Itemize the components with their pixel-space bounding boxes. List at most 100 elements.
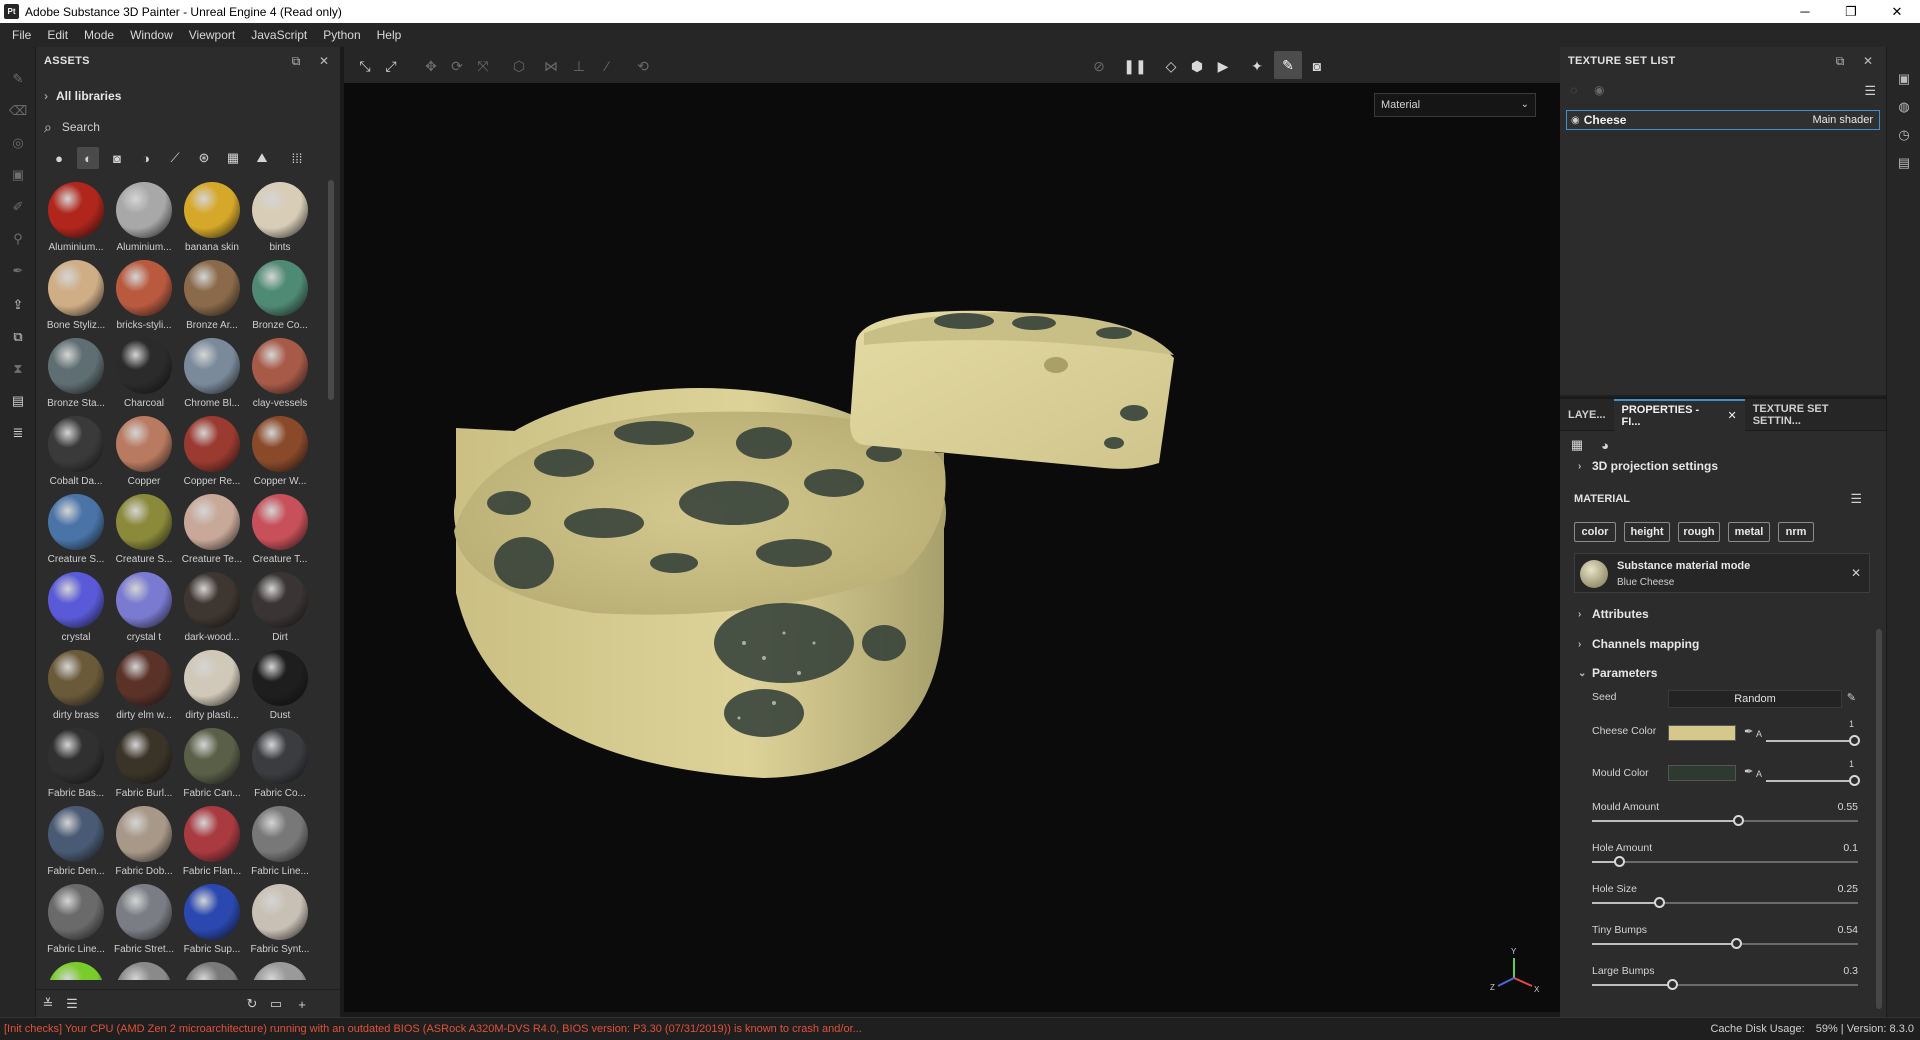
menu-javascript[interactable]: JavaScript [243, 28, 315, 42]
search-input[interactable] [61, 120, 302, 134]
channel-rough-button[interactable]: rough [1678, 522, 1720, 542]
asset-tile[interactable]: Fabric Burl... [110, 726, 178, 804]
reset-icon[interactable]: ⟲ [634, 57, 652, 75]
asset-tile[interactable]: bints [246, 180, 314, 258]
slider-knob[interactable] [1849, 735, 1860, 746]
rotate-icon[interactable]: ⟳ [448, 57, 466, 75]
slider-knob[interactable] [1653, 897, 1665, 908]
asset-tile[interactable]: Aluminium... [42, 180, 110, 258]
assets-scrollbar[interactable] [328, 180, 334, 400]
asset-tile[interactable]: Creature S... [110, 492, 178, 570]
maximize-button[interactable]: ❐ [1828, 0, 1874, 23]
menu-icon[interactable]: ☰ [1850, 491, 1862, 507]
asset-tile[interactable]: dirty brass [42, 648, 110, 726]
alpha-slider[interactable] [1766, 775, 1860, 786]
slider-knob[interactable] [1733, 815, 1745, 826]
bake-icon[interactable]: ⧉ [10, 329, 26, 345]
cube-icon[interactable]: ⬡ [510, 57, 528, 75]
color-picker-icon[interactable]: ✒ [10, 263, 26, 279]
asset-tile[interactable]: Copper [110, 414, 178, 492]
close-panel-icon[interactable]: ✕ [316, 53, 332, 69]
symmetry-icon[interactable]: ⋈ [542, 57, 560, 75]
undock-icon[interactable]: ⧉ [1832, 53, 1848, 69]
asset-tile[interactable]: Fabric Flan... [178, 804, 246, 882]
asset-tile[interactable] [42, 960, 110, 980]
list-view-icon[interactable]: ☰ [64, 996, 80, 1012]
smart-material-filter-icon[interactable]: ◐ [77, 147, 99, 169]
eye-icon[interactable]: ◉ [1571, 115, 1580, 126]
texture-filter-icon[interactable]: ▦ [222, 147, 244, 169]
parameter-value[interactable]: 0.55 [1838, 801, 1858, 813]
close-tab-icon[interactable]: ✕ [1727, 409, 1736, 422]
display-settings-icon[interactable]: ▣ [1896, 71, 1912, 87]
asset-tile[interactable]: Fabric Co... [246, 726, 314, 804]
screenshot-camera-icon[interactable]: ◙ [1308, 57, 1326, 75]
channel-height-button[interactable]: height [1624, 522, 1670, 542]
asset-tile[interactable] [178, 960, 246, 980]
visibility-off-icon[interactable]: ◌ [1570, 83, 1577, 97]
transform-icon[interactable]: ⤡ [356, 57, 374, 75]
scale-icon[interactable]: ⤧ [474, 57, 492, 75]
history-icon[interactable]: ◷ [1896, 127, 1912, 143]
slider-knob[interactable] [1613, 856, 1625, 867]
projection-settings-row[interactable]: › 3D projection settings [1560, 455, 1886, 477]
channels-mapping-row[interactable]: › Channels mapping [1560, 629, 1886, 659]
asset-tile[interactable]: Fabric Den... [42, 804, 110, 882]
slider-knob[interactable] [1730, 938, 1742, 949]
asset-tile[interactable]: Creature S... [42, 492, 110, 570]
asset-tile[interactable]: Bronze Ar... [178, 258, 246, 336]
tab-texture-set-settings[interactable]: TEXTURE SET SETTIN... [1745, 399, 1886, 431]
smudge-icon[interactable]: ✐ [10, 199, 26, 215]
3d-viewport[interactable]: Y X Z Material ⌄ [344, 83, 1560, 1012]
asset-tile[interactable]: Dirt [246, 570, 314, 648]
log-icon[interactable]: ▤ [1896, 155, 1912, 171]
asset-tile[interactable]: Copper Re... [178, 414, 246, 492]
hide-overlay-icon[interactable]: ⊘ [1090, 57, 1108, 75]
fill-layer-icon[interactable]: ▦ [1568, 436, 1586, 454]
asset-tile[interactable]: clay-vessels [246, 336, 314, 414]
eraser-icon[interactable]: ⌫ [9, 103, 27, 119]
clone-stamp-icon[interactable]: ⚲ [10, 231, 26, 247]
environment-icon[interactable]: ◍ [1896, 99, 1912, 115]
geometry-mask-icon[interactable]: ▣ [10, 167, 26, 183]
asset-tile[interactable]: Fabric Line... [246, 804, 314, 882]
menu-file[interactable]: File [4, 28, 39, 42]
menu-edit[interactable]: Edit [39, 28, 76, 42]
eyedropper-icon[interactable]: ✒ [1744, 725, 1753, 738]
folder-icon[interactable]: ▭ [268, 996, 284, 1012]
parameter-slider[interactable] [1592, 897, 1858, 908]
asset-tile[interactable]: Fabric Line... [42, 882, 110, 960]
parameter-value[interactable]: 0.54 [1838, 924, 1858, 936]
asset-tile[interactable] [246, 960, 314, 980]
asset-tile[interactable]: Creature T... [246, 492, 314, 570]
transform-options-icon[interactable]: ⤢ [382, 57, 400, 75]
tab-layers[interactable]: LAYE... [1560, 399, 1614, 431]
channel-nrm-button[interactable]: nrm [1778, 522, 1814, 542]
refresh-icon[interactable]: ↻ [244, 996, 260, 1012]
asset-tile[interactable]: Dust [246, 648, 314, 726]
paint-brush-icon[interactable]: ✎ [10, 71, 26, 87]
asset-tile[interactable]: Fabric Synt... [246, 882, 314, 960]
asset-tile[interactable] [110, 960, 178, 980]
alpha-slider[interactable] [1766, 735, 1860, 746]
parameter-slider[interactable] [1592, 815, 1858, 826]
asset-tile[interactable]: Cobalt Da... [42, 414, 110, 492]
video-camera-icon[interactable]: ▶ [1214, 57, 1232, 75]
asset-tile[interactable]: Fabric Bas... [42, 726, 110, 804]
seed-field[interactable]: Random [1668, 690, 1842, 708]
asset-tile[interactable]: crystal t [110, 570, 178, 648]
asset-tile[interactable]: Aluminium... [110, 180, 178, 258]
asset-tile[interactable]: crystal [42, 570, 110, 648]
menu-viewport[interactable]: Viewport [181, 28, 243, 42]
channel-metal-button[interactable]: metal [1728, 522, 1770, 542]
asset-tile[interactable]: Creature Te... [178, 492, 246, 570]
generator-filter-icon[interactable]: ◑ [135, 147, 157, 169]
eyedropper-icon[interactable]: ✒ [1744, 765, 1753, 778]
brush-filter-icon[interactable]: ⟋ [164, 147, 186, 169]
menu-window[interactable]: Window [122, 28, 181, 42]
close-panel-icon[interactable]: ✕ [1860, 53, 1876, 69]
close-window-button[interactable]: ✕ [1874, 0, 1920, 23]
viewport-mode-select[interactable]: Material ⌄ [1374, 93, 1536, 117]
all-libraries-breadcrumb[interactable]: › All libraries [44, 89, 121, 103]
asset-tile[interactable]: Fabric Can... [178, 726, 246, 804]
